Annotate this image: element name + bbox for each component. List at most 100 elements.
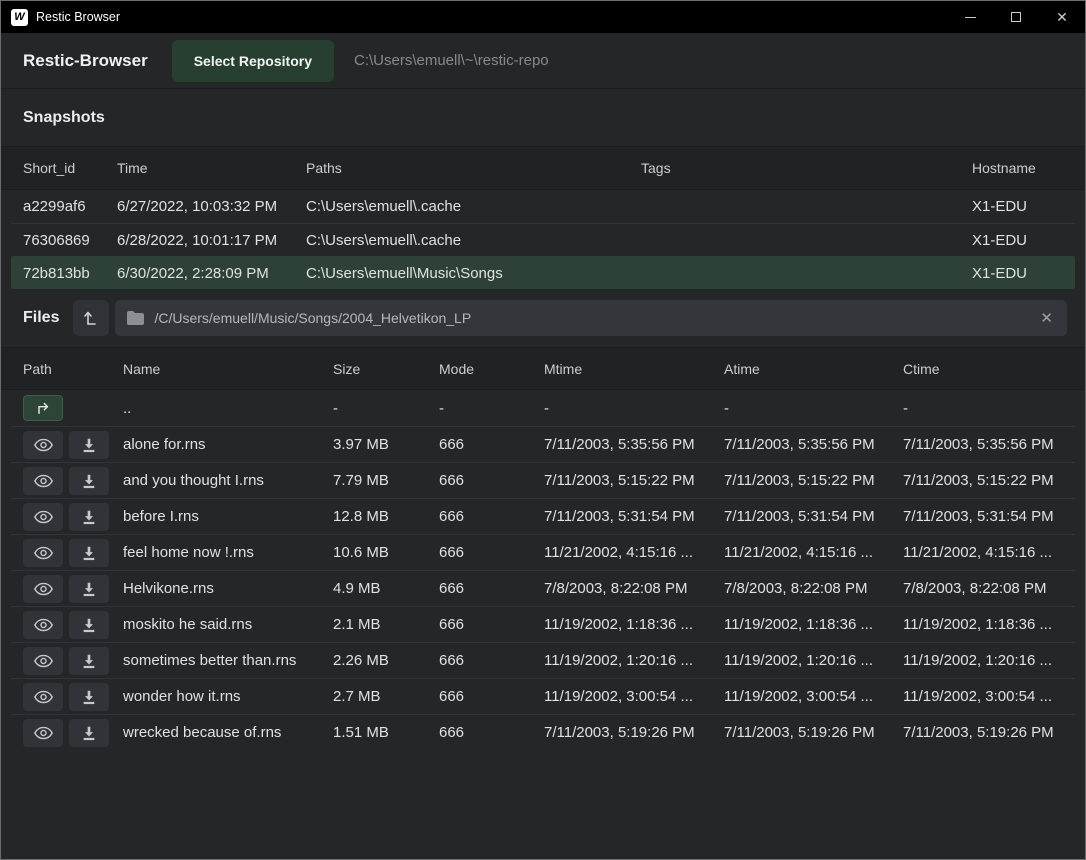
- close-button[interactable]: ✕: [1039, 1, 1085, 33]
- snapshot-paths: C:\Users\emuell\Music\Songs: [306, 265, 641, 282]
- snapshot-row[interactable]: 72b813bb 6/30/2022, 2:28:09 PM C:\Users\…: [11, 256, 1075, 289]
- file-atime: 7/11/2003, 5:35:56 PM: [724, 436, 903, 453]
- file-name: alone for.rns: [123, 436, 333, 453]
- file-mode: 666: [439, 472, 544, 489]
- file-size: 4.9 MB: [333, 580, 439, 597]
- download-file-button[interactable]: [69, 575, 109, 603]
- download-icon: [81, 653, 97, 669]
- file-name: Helvikone.rns: [123, 580, 333, 597]
- file-size: 7.79 MB: [333, 472, 439, 489]
- eye-icon: [34, 438, 53, 452]
- view-file-button[interactable]: [23, 683, 63, 711]
- file-mode: 666: [439, 544, 544, 561]
- file-mtime: 7/11/2003, 5:19:26 PM: [544, 724, 724, 741]
- file-name: wonder how it.rns: [123, 688, 333, 705]
- minimize-button[interactable]: [947, 1, 993, 33]
- column-ctime: Ctime: [903, 361, 1075, 377]
- view-file-button[interactable]: [23, 539, 63, 567]
- file-mode: 666: [439, 724, 544, 741]
- eye-icon: [34, 618, 53, 632]
- file-atime: 11/19/2002, 1:18:36 ...: [724, 616, 903, 633]
- download-file-button[interactable]: [69, 539, 109, 567]
- file-ctime: 11/19/2002, 1:20:16 ...: [903, 652, 1075, 669]
- download-icon: [81, 545, 97, 561]
- eye-icon: [34, 726, 53, 740]
- corner-up-right-arrow-icon: [35, 400, 51, 416]
- view-file-button[interactable]: [23, 719, 63, 747]
- files-heading: Files: [23, 309, 59, 327]
- file-row[interactable]: wrecked because of.rns 1.51 MB 666 7/11/…: [11, 714, 1075, 750]
- file-row[interactable]: wonder how it.rns 2.7 MB 666 11/19/2002,…: [11, 678, 1075, 714]
- file-row[interactable]: sometimes better than.rns 2.26 MB 666 11…: [11, 642, 1075, 678]
- eye-icon: [34, 582, 53, 596]
- download-icon: [81, 581, 97, 597]
- snapshots-heading: Snapshots: [1, 89, 1085, 146]
- select-repository-button[interactable]: Select Repository: [172, 40, 334, 82]
- file-atime: 7/8/2003, 8:22:08 PM: [724, 580, 903, 597]
- parent-directory-row[interactable]: .. - - - - -: [11, 390, 1075, 426]
- download-file-button[interactable]: [69, 503, 109, 531]
- snapshot-time: 6/27/2022, 10:03:32 PM: [117, 198, 306, 215]
- app-name: Restic-Browser: [23, 51, 148, 71]
- download-icon: [81, 473, 97, 489]
- download-file-button[interactable]: [69, 431, 109, 459]
- column-paths: Paths: [306, 160, 641, 176]
- view-file-button[interactable]: [23, 575, 63, 603]
- maximize-icon: [1011, 12, 1021, 22]
- eye-icon: [34, 474, 53, 488]
- download-file-button[interactable]: [69, 683, 109, 711]
- snapshot-row[interactable]: a2299af6 6/27/2022, 10:03:32 PM C:\Users…: [11, 190, 1075, 223]
- window-title: Restic Browser: [36, 10, 120, 24]
- snapshot-hostname: X1-EDU: [972, 198, 1075, 215]
- column-mode: Mode: [439, 361, 544, 377]
- view-file-button[interactable]: [23, 467, 63, 495]
- view-file-button[interactable]: [23, 431, 63, 459]
- file-mode: 666: [439, 436, 544, 453]
- download-icon: [81, 437, 97, 453]
- file-atime: 11/21/2002, 4:15:16 ...: [724, 544, 903, 561]
- file-row[interactable]: feel home now !.rns 10.6 MB 666 11/21/20…: [11, 534, 1075, 570]
- view-file-button[interactable]: [23, 647, 63, 675]
- eye-icon: [34, 546, 53, 560]
- file-ctime: 11/19/2002, 1:18:36 ...: [903, 616, 1075, 633]
- view-file-button[interactable]: [23, 503, 63, 531]
- file-ctime: 7/8/2003, 8:22:08 PM: [903, 580, 1075, 597]
- file-mtime: 11/21/2002, 4:15:16 ...: [544, 544, 724, 561]
- clear-path-icon[interactable]: ✕: [1038, 309, 1055, 327]
- files-path-input[interactable]: /C/Users/emuell/Music/Songs/2004_Helveti…: [115, 300, 1067, 336]
- download-icon: [81, 725, 97, 741]
- maximize-button[interactable]: [993, 1, 1039, 33]
- file-ctime: 7/11/2003, 5:15:22 PM: [903, 472, 1075, 489]
- download-file-button[interactable]: [69, 467, 109, 495]
- file-row[interactable]: before I.rns 12.8 MB 666 7/11/2003, 5:31…: [11, 498, 1075, 534]
- current-path: /C/Users/emuell/Music/Songs/2004_Helveti…: [154, 310, 1038, 326]
- file-name: before I.rns: [123, 508, 333, 525]
- view-file-button[interactable]: [23, 611, 63, 639]
- download-file-button[interactable]: [69, 719, 109, 747]
- file-row[interactable]: alone for.rns 3.97 MB 666 7/11/2003, 5:3…: [11, 426, 1075, 462]
- file-row[interactable]: Helvikone.rns 4.9 MB 666 7/8/2003, 8:22:…: [11, 570, 1075, 606]
- file-mode: 666: [439, 688, 544, 705]
- file-mtime: -: [544, 400, 724, 417]
- file-mtime: 7/11/2003, 5:31:54 PM: [544, 508, 724, 525]
- column-tags: Tags: [641, 160, 972, 176]
- file-name: and you thought I.rns: [123, 472, 333, 489]
- files-bar: Files /C/Users/emuell/Music/Songs/2004_H…: [1, 289, 1085, 347]
- snapshot-row[interactable]: 76306869 6/28/2022, 10:01:17 PM C:\Users…: [11, 223, 1075, 256]
- dump-snapshot-button[interactable]: [73, 300, 109, 336]
- file-ctime: 7/11/2003, 5:31:54 PM: [903, 508, 1075, 525]
- file-mode: 666: [439, 652, 544, 669]
- file-atime: 7/11/2003, 5:31:54 PM: [724, 508, 903, 525]
- download-file-button[interactable]: [69, 647, 109, 675]
- go-up-directory-button[interactable]: [23, 395, 63, 421]
- file-mtime: 7/8/2003, 8:22:08 PM: [544, 580, 724, 597]
- arrow-up-from-base-icon: [82, 309, 100, 327]
- file-row[interactable]: moskito he said.rns 2.1 MB 666 11/19/200…: [11, 606, 1075, 642]
- snapshot-hostname: X1-EDU: [972, 265, 1075, 282]
- file-ctime: 11/21/2002, 4:15:16 ...: [903, 544, 1075, 561]
- download-file-button[interactable]: [69, 611, 109, 639]
- file-mode: 666: [439, 580, 544, 597]
- column-path: Path: [23, 361, 123, 377]
- file-atime: 7/11/2003, 5:15:22 PM: [724, 472, 903, 489]
- file-row[interactable]: and you thought I.rns 7.79 MB 666 7/11/2…: [11, 462, 1075, 498]
